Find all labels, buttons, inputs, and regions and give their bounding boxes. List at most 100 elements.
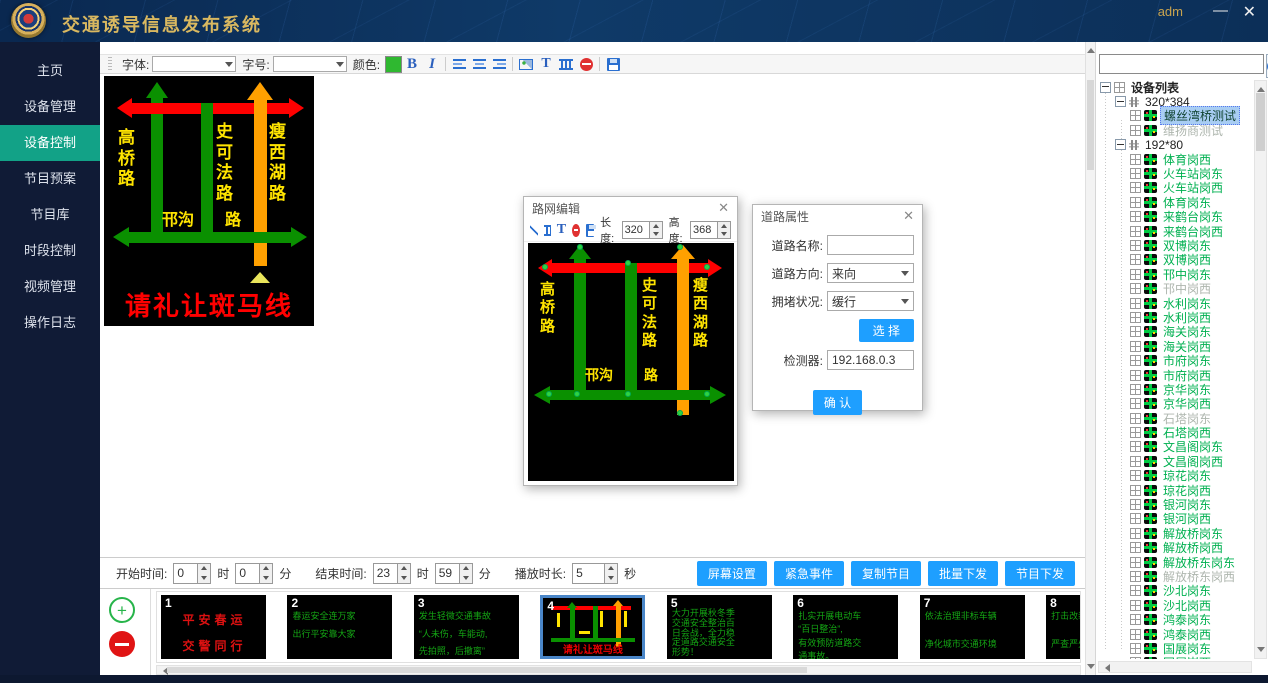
road-control-point[interactable] (625, 391, 631, 397)
road-control-point[interactable] (546, 391, 552, 397)
road-control-point[interactable] (577, 244, 583, 250)
main-vscrollbar[interactable] (1085, 42, 1095, 675)
sidebar-item[interactable]: 设备控制 (0, 125, 100, 161)
spinner-arrows[interactable] (197, 564, 210, 583)
insert-text-button[interactable]: T (536, 55, 556, 73)
font-size-select[interactable] (273, 56, 347, 72)
scroll-up-icon[interactable] (1257, 83, 1265, 92)
length-stepper[interactable]: 320 (622, 221, 663, 239)
close-icon[interactable]: ✕ (1243, 2, 1256, 22)
delete-button[interactable] (576, 55, 596, 73)
road-control-point[interactable] (542, 264, 548, 270)
program-thumbnail[interactable]: 3 发生轻微交通事故“人未伤，车能动,先拍照，后撤离” (414, 595, 519, 659)
spin-up-icon[interactable] (198, 564, 210, 574)
sidebar-item[interactable]: 时段控制 (0, 233, 100, 269)
spinner-arrows[interactable] (259, 564, 272, 583)
road-control-point[interactable] (677, 410, 683, 416)
duration-stepper[interactable]: 5 (572, 563, 618, 584)
logged-in-user[interactable]: adm (1158, 4, 1183, 19)
sidebar-item[interactable]: 节目预案 (0, 161, 100, 197)
tree-hscrollbar[interactable] (1098, 661, 1252, 673)
spin-up-icon[interactable] (718, 222, 730, 230)
spin-up-icon[interactable] (398, 564, 410, 574)
action-button[interactable]: 屏幕设置 (697, 561, 767, 586)
program-thumbnail[interactable]: 7 依法治理非标车辆净化城市交通环境 (920, 595, 1025, 659)
close-icon[interactable]: ✕ (903, 208, 914, 224)
sign-preview[interactable]: 高桥路 史可法路 瘦西湖路 邗沟 路 请礼让斑马线 (104, 76, 314, 326)
action-button[interactable]: 批量下发 (928, 561, 998, 586)
road-control-point[interactable] (704, 391, 710, 397)
scrollbar-thumb[interactable] (1256, 93, 1265, 151)
insert-image-button[interactable] (516, 55, 536, 73)
bold-button[interactable]: B (402, 55, 422, 73)
tree-node[interactable]: 设备列表 (1098, 80, 1252, 94)
program-thumbnail[interactable]: 5 大力开展秋冬季交通安全整治百日会战，全力稳定道路交通安全形势！ (667, 595, 772, 659)
spinner-arrows[interactable] (649, 222, 662, 238)
spin-up-icon[interactable] (650, 222, 662, 230)
road-editor-canvas[interactable]: 高桥路 史可法路 瘦西湖路 邗沟 路 (528, 243, 734, 481)
road-control-point[interactable] (625, 260, 631, 266)
minimize-icon[interactable]: — (1213, 2, 1228, 19)
program-thumbnail[interactable]: 4 请礼让斑马线 (540, 595, 645, 659)
scrollbar-thumb[interactable] (1087, 80, 1094, 170)
action-button[interactable]: 节目下发 (1005, 561, 1075, 586)
expander-icon[interactable] (1115, 139, 1126, 150)
road-control-point[interactable] (677, 244, 683, 250)
action-button[interactable]: 复制节目 (851, 561, 921, 586)
dialog-title-bar[interactable]: 路网编辑 ✕ (524, 197, 737, 219)
delete-program-button[interactable] (109, 631, 135, 657)
scroll-down-icon[interactable] (1087, 664, 1095, 673)
congestion-select[interactable]: 缓行 (827, 291, 914, 311)
tree-node[interactable]: 国展岗西 (1098, 656, 1252, 659)
spin-up-icon[interactable] (260, 564, 272, 574)
program-thumbnail[interactable]: 2 春运安全连万家出行平安靠大家 (287, 595, 392, 659)
program-thumbnail[interactable]: 6 扎实开展电动车“百日整治”,有效预防道路交通事故。 (793, 595, 898, 659)
spin-down-icon[interactable] (650, 230, 662, 238)
spin-up-icon[interactable] (605, 564, 617, 574)
add-program-button[interactable]: + (109, 597, 135, 623)
sidebar-item[interactable]: 设备管理 (0, 89, 100, 125)
spin-down-icon[interactable] (198, 573, 210, 583)
save-icon[interactable] (586, 224, 594, 237)
road-segment-icon[interactable] (544, 225, 551, 236)
select-detector-button[interactable]: 选 择 (859, 319, 914, 342)
road-name-input[interactable] (827, 235, 914, 255)
remove-icon[interactable] (572, 224, 580, 237)
scroll-left-icon[interactable] (1101, 664, 1110, 672)
start-hour-stepper[interactable]: 0 (173, 563, 211, 584)
end-hour-stepper[interactable]: 23 (373, 563, 411, 584)
road-control-point[interactable] (574, 391, 580, 397)
spinner-arrows[interactable] (397, 564, 410, 583)
spin-down-icon[interactable] (718, 230, 730, 238)
sidebar-item[interactable]: 视频管理 (0, 269, 100, 305)
close-icon[interactable]: ✕ (718, 200, 729, 216)
spin-up-icon[interactable] (460, 564, 472, 574)
road-network-button[interactable] (556, 55, 576, 73)
dialog-title-bar[interactable]: 道路属性 ✕ (753, 205, 922, 227)
spin-down-icon[interactable] (260, 573, 272, 583)
detector-input[interactable]: 192.168.0.3 (827, 350, 914, 370)
color-swatch[interactable] (385, 56, 402, 73)
expander-icon[interactable] (1115, 96, 1126, 107)
road-direction-select[interactable]: 来向 (827, 263, 914, 283)
spinner-arrows[interactable] (459, 564, 472, 583)
expander-icon[interactable] (1100, 82, 1111, 93)
text-icon[interactable]: T (557, 222, 566, 238)
end-minute-stepper[interactable]: 59 (435, 563, 473, 584)
font-family-select[interactable] (152, 56, 236, 72)
spinner-arrows[interactable] (717, 222, 730, 238)
height-stepper[interactable]: 368 (690, 221, 731, 239)
confirm-button[interactable]: 确 认 (813, 390, 862, 415)
tree-vscrollbar[interactable] (1254, 80, 1267, 659)
spin-down-icon[interactable] (460, 573, 472, 583)
align-right-button[interactable] (489, 55, 509, 73)
program-thumbnail[interactable]: 1 平安春运交警同行 (161, 595, 266, 659)
sidebar-item[interactable]: 操作日志 (0, 305, 100, 341)
draw-line-icon[interactable] (530, 224, 538, 237)
program-thumbnail[interactable]: 8 打击改装“炸街”严查严处“机动车 (1046, 595, 1081, 659)
italic-button[interactable]: I (422, 55, 442, 73)
sidebar-item[interactable]: 节目库 (0, 197, 100, 233)
start-minute-stepper[interactable]: 0 (235, 563, 273, 584)
scroll-up-icon[interactable] (1087, 44, 1095, 53)
align-left-button[interactable] (449, 55, 469, 73)
